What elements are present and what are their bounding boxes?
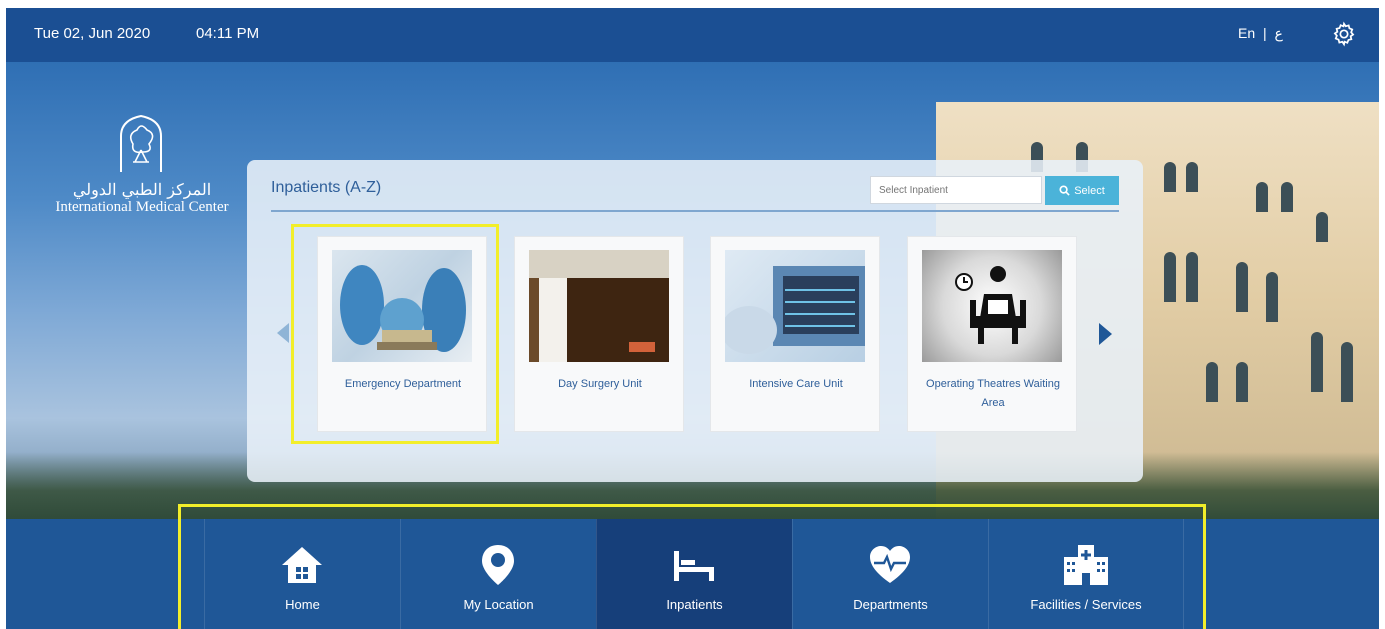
time-label: 04:11 PM: [196, 25, 260, 42]
tree-emblem-icon: [120, 114, 162, 172]
lang-ar-link[interactable]: ع: [1275, 25, 1283, 41]
inpatient-search-input[interactable]: [870, 176, 1042, 204]
nav-highlight-box: [178, 504, 1206, 629]
person-waiting-icon: [955, 266, 1026, 344]
card-label: Intensive Care Unit: [749, 378, 843, 390]
lang-en-link[interactable]: En: [1238, 25, 1255, 41]
language-switch: En | ع: [1238, 25, 1283, 42]
selected-card-highlight: [291, 224, 499, 444]
logo-english-text: International Medical Center: [55, 199, 229, 215]
select-button[interactable]: Select: [1045, 176, 1119, 205]
divider: [271, 210, 1119, 212]
search-icon: [1059, 185, 1070, 196]
card-intensive-care-unit[interactable]: Intensive Care Unit: [710, 236, 880, 432]
kiosk-screen: Tue 02, Jun 2020 04:11 PM En | ع المركز …: [6, 8, 1379, 629]
logo-arabic-text: المركز الطبي الدولي: [72, 180, 212, 199]
date-label: Tue 02, Jun 2020: [34, 25, 151, 42]
card-day-surgery-unit[interactable]: Day Surgery Unit: [514, 236, 684, 432]
card-label: Operating Theatres Waiting Area: [926, 378, 1060, 409]
lang-separator: |: [1263, 25, 1267, 41]
card-operating-theatres-waiting-area[interactable]: Operating Theatres Waiting Area: [907, 236, 1077, 432]
select-button-label: Select: [1074, 184, 1105, 197]
intensive-care-unit-photo: [725, 250, 865, 362]
carousel-next-arrow[interactable]: [1099, 323, 1112, 345]
top-bar: Tue 02, Jun 2020 04:11 PM En | ع: [6, 8, 1379, 62]
carousel-prev-arrow[interactable]: [277, 323, 289, 343]
waiting-area-photo: [922, 250, 1062, 362]
day-surgery-unit-photo: [529, 250, 669, 362]
card-label: Day Surgery Unit: [558, 378, 642, 390]
gear-icon[interactable]: [1331, 21, 1357, 47]
panel-title: Inpatients (A-Z): [271, 179, 382, 196]
